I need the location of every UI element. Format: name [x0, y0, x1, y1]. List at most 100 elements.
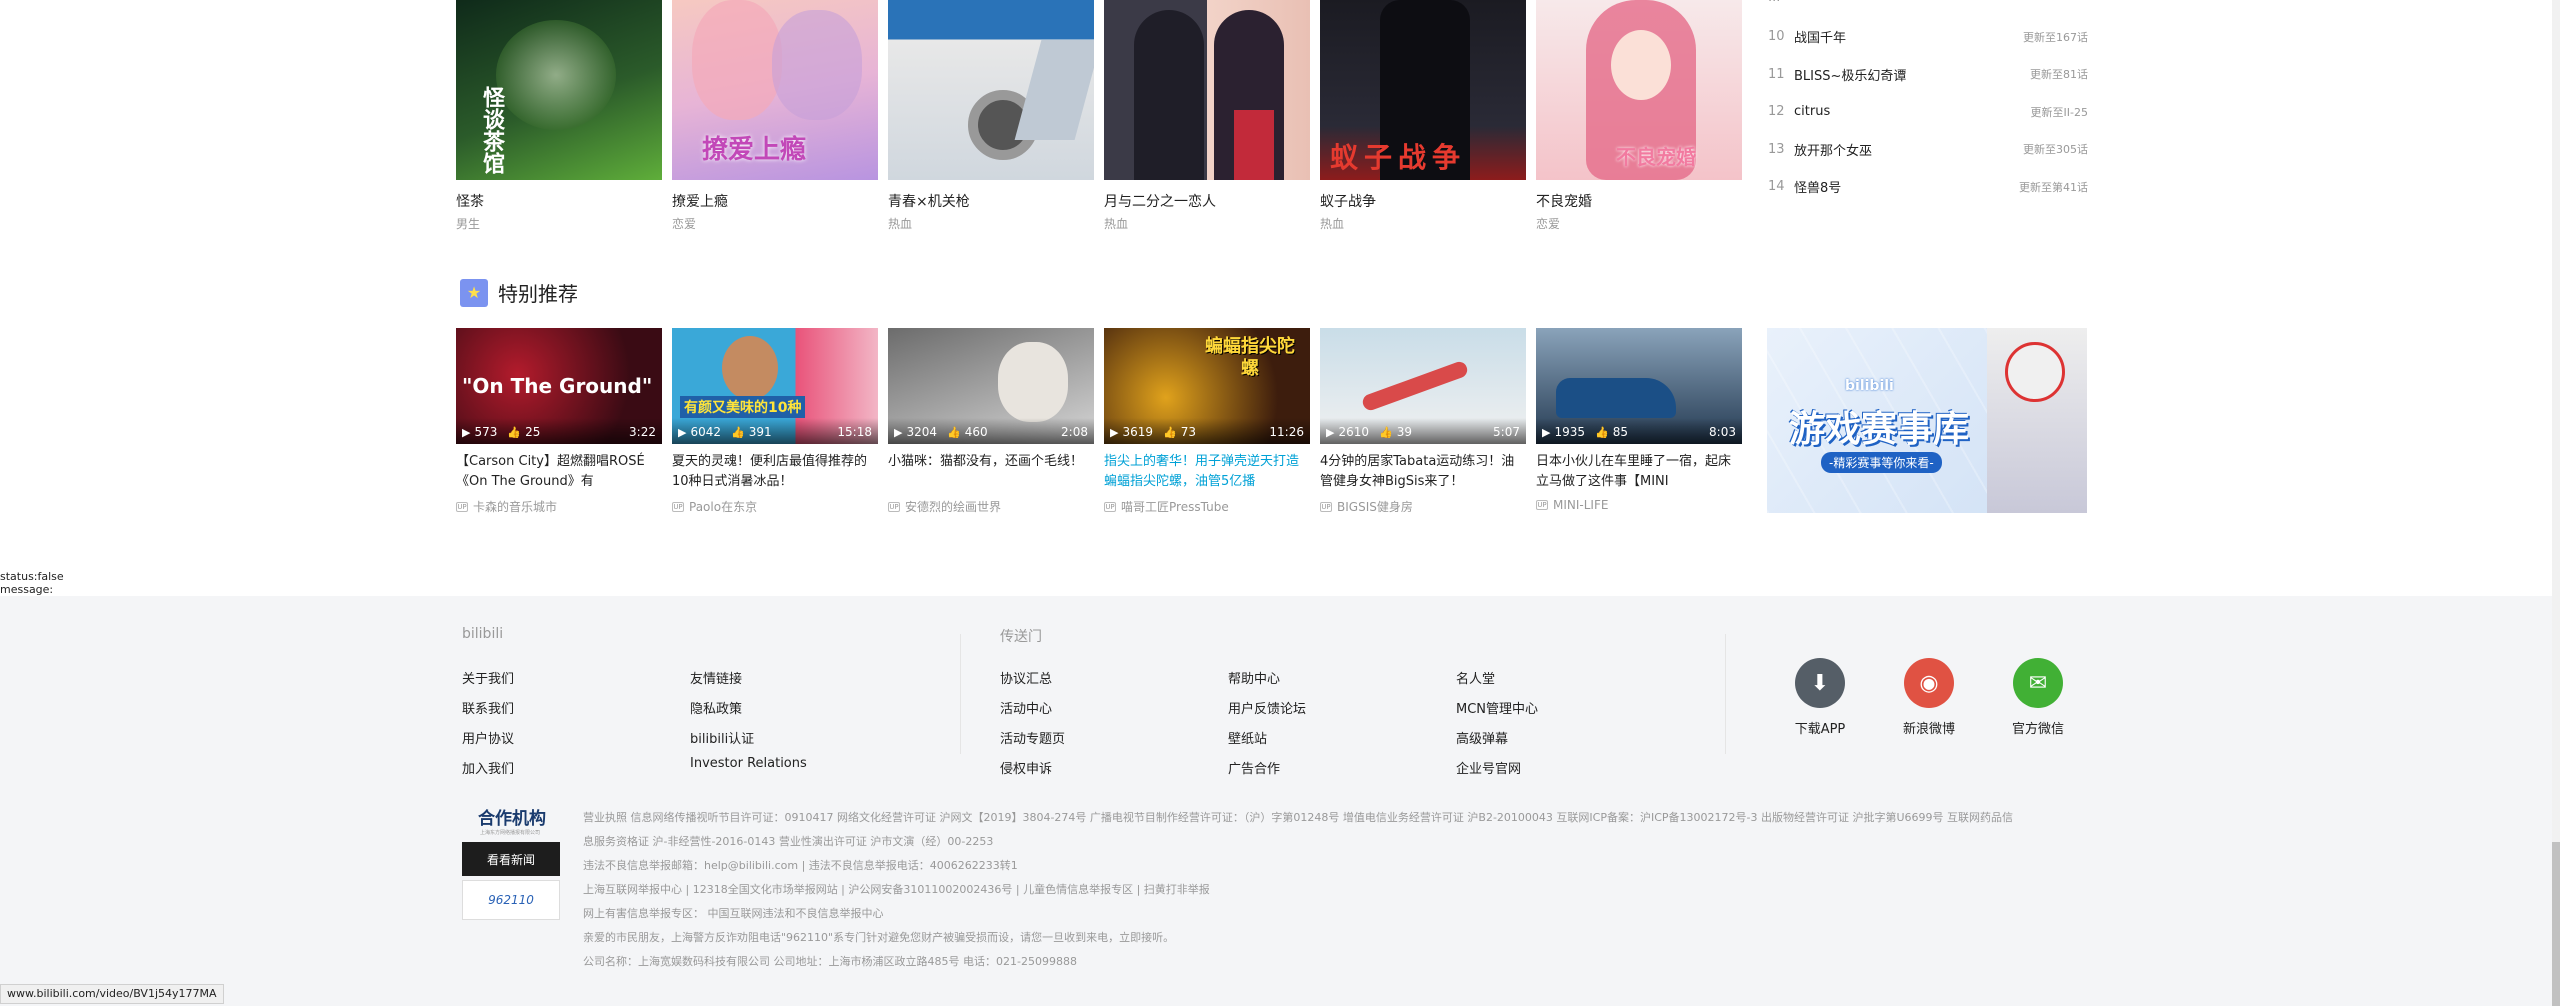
- social-download-app[interactable]: ⬇ 下载APP: [1785, 658, 1855, 737]
- like-icon: 👍: [947, 425, 961, 439]
- manga-row: 怪谈茶馆 怪茶 男生 撩爱上瘾 撩爱上瘾 恋爱 青春×机关枪 热血 月与二分之一…: [456, 0, 1742, 232]
- footer-link[interactable]: 帮助中心: [1228, 668, 1280, 687]
- wechat-icon[interactable]: ✉: [2013, 658, 2063, 708]
- legal-line[interactable]: 违法不良信息举报邮箱：help@bilibili.com | 违法不良信息举报电…: [583, 854, 2088, 878]
- rank-item[interactable]: 12 citrus 更新至II-25: [1768, 93, 2088, 131]
- manga-title[interactable]: 不良宠婚: [1536, 191, 1742, 209]
- manga-card[interactable]: 蚁子战争 蚁子战争 热血: [1320, 0, 1526, 232]
- download-icon[interactable]: ⬇: [1795, 658, 1845, 708]
- manga-title[interactable]: 怪茶: [456, 191, 662, 209]
- manga-card[interactable]: 怪谈茶馆 怪茶 男生: [456, 0, 662, 232]
- rank-title[interactable]: BLISS~极乐幻奇谭: [1794, 65, 2030, 84]
- social-label: 下载APP: [1794, 722, 1846, 737]
- video-thumbnail[interactable]: ▶ 2610 👍 39 5:07: [1320, 328, 1526, 444]
- footer-link[interactable]: 加入我们: [462, 758, 514, 777]
- footer-link[interactable]: 侵权申诉: [1000, 758, 1052, 777]
- rank-title[interactable]: citrus: [1794, 104, 2031, 119]
- rank-item-cut[interactable]: ...: [1768, 0, 1780, 5]
- uploader-name[interactable]: 安德烈的绘画世界: [905, 498, 1001, 515]
- video-title[interactable]: 4分钟的居家Tabata运动练习！油管健身女神BigSis来了！: [1320, 452, 1526, 492]
- video-thumbnail[interactable]: ▶ 1935 👍 85 8:03: [1536, 328, 1742, 444]
- manga-cover[interactable]: [1104, 0, 1310, 180]
- footer-link[interactable]: 隐私政策: [690, 698, 742, 717]
- rank-item[interactable]: 14 怪兽8号 更新至第41话: [1768, 168, 2088, 206]
- video-thumbnail[interactable]: ▶ 3204 👍 460 2:08: [888, 328, 1094, 444]
- uploader-name[interactable]: 卡森的音乐城市: [473, 498, 557, 515]
- manga-cover[interactable]: [888, 0, 1094, 180]
- footer-link[interactable]: 协议汇总: [1000, 668, 1052, 687]
- legal-line[interactable]: 网上有害信息举报专区： 中国互联网违法和不良信息举报中心: [583, 902, 2088, 926]
- uploader-name[interactable]: 喵哥工匠PressTube: [1121, 498, 1229, 515]
- video-title[interactable]: 【Carson City】超燃翻唱ROSÉ《On The Ground》有: [456, 452, 662, 492]
- rank-item[interactable]: 13 放开那个女巫 更新至305话: [1768, 131, 2088, 169]
- video-uploader[interactable]: UP BIGSIS健身房: [1320, 498, 1526, 515]
- footer-link[interactable]: 活动中心: [1000, 698, 1052, 717]
- scrollbar-thumb[interactable]: [2552, 842, 2560, 1006]
- video-uploader[interactable]: UP 喵哥工匠PressTube: [1104, 498, 1310, 515]
- video-title[interactable]: 日本小伙儿在车里睡了一宿，起床立马做了这件事【MINI: [1536, 452, 1742, 492]
- footer-link[interactable]: 联系我们: [462, 698, 514, 717]
- rank-item[interactable]: 11 BLISS~极乐幻奇谭 更新至81话: [1768, 56, 2088, 94]
- video-uploader[interactable]: UP MINI-LIFE: [1536, 498, 1742, 512]
- uploader-name[interactable]: Paolo在东京: [689, 498, 757, 515]
- video-thumbnail[interactable]: "On The Ground" ▶ 573 👍 25 3:22: [456, 328, 662, 444]
- uploader-name[interactable]: BIGSIS健身房: [1337, 498, 1413, 515]
- rank-title[interactable]: 怪兽8号: [1794, 177, 2019, 196]
- manga-cover[interactable]: 怪谈茶馆: [456, 0, 662, 180]
- manga-cover-text: 不良宠婚: [1616, 145, 1696, 169]
- manga-card[interactable]: 撩爱上瘾 撩爱上瘾 恋爱: [672, 0, 878, 232]
- uploader-name[interactable]: MINI-LIFE: [1553, 498, 1608, 512]
- footer-link[interactable]: 关于我们: [462, 668, 514, 687]
- footer-link[interactable]: 企业号官网: [1456, 758, 1521, 777]
- police-962110-logo[interactable]: 962110: [462, 880, 560, 920]
- footer-link[interactable]: 友情链接: [690, 668, 742, 687]
- video-uploader[interactable]: UP 卡森的音乐城市: [456, 498, 662, 515]
- kankan-news-logo[interactable]: 看看新闻: [462, 842, 560, 876]
- footer-link[interactable]: 活动专题页: [1000, 728, 1065, 747]
- play-count: 1935: [1554, 425, 1586, 439]
- video-thumbnail[interactable]: 有颜又美味的10种 ▶ 6042 👍 391 15:18: [672, 328, 878, 444]
- video-uploader[interactable]: UP Paolo在东京: [672, 498, 878, 515]
- manga-cover[interactable]: 蚁子战争: [1320, 0, 1526, 180]
- manga-cover[interactable]: 不良宠婚: [1536, 0, 1742, 180]
- footer-link[interactable]: 广告合作: [1228, 758, 1280, 777]
- manga-card[interactable]: 月与二分之一恋人 热血: [1104, 0, 1310, 232]
- video-card[interactable]: 有颜又美味的10种 ▶ 6042 👍 391 15:18 夏天的灵魂！便利店最值得推…: [672, 328, 878, 515]
- legal-line[interactable]: 营业执照 信息网络传播视听节目许可证：0910417 网络文化经营许可证 沪网文…: [583, 806, 2088, 830]
- manga-card[interactable]: 不良宠婚 不良宠婚 恋爱: [1536, 0, 1742, 232]
- manga-title[interactable]: 撩爱上瘾: [672, 191, 878, 209]
- rank-title[interactable]: 战国千年: [1794, 27, 2023, 46]
- footer-link[interactable]: 名人堂: [1456, 668, 1495, 687]
- video-thumbnail[interactable]: 蝙蝠指尖陀螺 ▶ 3619 👍 73 11:26: [1104, 328, 1310, 444]
- rank-item[interactable]: 10 战国千年 更新至167话: [1768, 18, 2088, 56]
- footer-link[interactable]: MCN管理中心: [1456, 698, 1538, 717]
- video-card[interactable]: "On The Ground" ▶ 573 👍 25 3:22 【Carson Ci…: [456, 328, 662, 515]
- manga-card[interactable]: 青春×机关枪 热血: [888, 0, 1094, 232]
- video-title[interactable]: 夏天的灵魂！便利店最值得推荐的10种日式消暑冰品！: [672, 452, 878, 492]
- footer-link[interactable]: 用户反馈论坛: [1228, 698, 1306, 717]
- footer-link[interactable]: bilibili认证: [690, 728, 754, 747]
- video-title[interactable]: 小猫咪：猫都没有，还画个毛线！: [888, 452, 1094, 492]
- legal-line[interactable]: 息服务资格证 沪-非经营性-2016-0143 营业性演出许可证 沪市文演（经）…: [583, 830, 2088, 854]
- legal-line[interactable]: 上海互联网举报中心 | 12318全国文化市场举报网站 | 沪公网安备31011…: [583, 878, 2088, 902]
- manga-title[interactable]: 月与二分之一恋人: [1104, 191, 1310, 209]
- video-uploader[interactable]: UP 安德烈的绘画世界: [888, 498, 1094, 515]
- rank-title[interactable]: 放开那个女巫: [1794, 140, 2023, 159]
- ad-banner[interactable]: bilibili 游戏赛事库 -精彩赛事等你来看-: [1767, 328, 2087, 513]
- weibo-icon[interactable]: ◉: [1904, 658, 1954, 708]
- footer-link[interactable]: Investor Relations: [690, 756, 807, 771]
- manga-title[interactable]: 蚁子战争: [1320, 191, 1526, 209]
- video-card[interactable]: ▶ 2610 👍 39 5:07 4分钟的居家Tabata运动练习！油管健身女神Bi…: [1320, 328, 1526, 515]
- social-weibo[interactable]: ◉ 新浪微博: [1894, 658, 1964, 737]
- manga-title[interactable]: 青春×机关枪: [888, 191, 1094, 209]
- manga-tag: 热血: [1320, 217, 1345, 231]
- footer-link[interactable]: 高级弹幕: [1456, 728, 1508, 747]
- video-card[interactable]: 蝙蝠指尖陀螺 ▶ 3619 👍 73 11:26 指尖上的奢华！用子弹壳逆天打造蝙蝠…: [1104, 328, 1310, 515]
- video-card[interactable]: ▶ 1935 👍 85 8:03 日本小伙儿在车里睡了一宿，起床立马做了这件事【MI…: [1536, 328, 1742, 515]
- manga-cover[interactable]: 撩爱上瘾: [672, 0, 878, 180]
- footer-link[interactable]: 用户协议: [462, 728, 514, 747]
- video-card[interactable]: ▶ 3204 👍 460 2:08 小猫咪：猫都没有，还画个毛线！ UP 安德烈的绘画…: [888, 328, 1094, 515]
- footer-link[interactable]: 壁纸站: [1228, 728, 1267, 747]
- video-title[interactable]: 指尖上的奢华！用子弹壳逆天打造蝙蝠指尖陀螺，油管5亿播: [1104, 452, 1310, 492]
- social-wechat[interactable]: ✉ 官方微信: [2003, 658, 2073, 737]
